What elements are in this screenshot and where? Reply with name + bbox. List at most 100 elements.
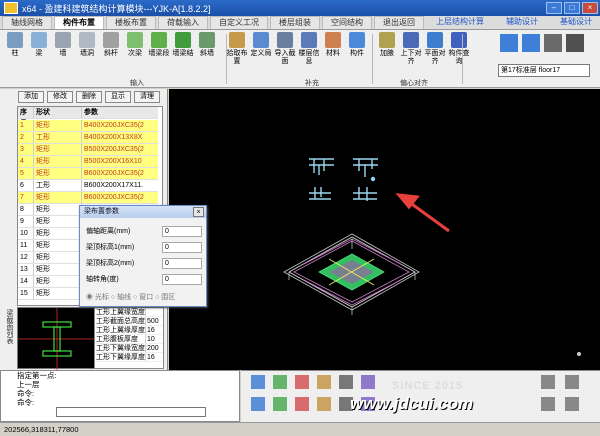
tab-upper-calc[interactable]: 上层结构计算: [428, 16, 492, 29]
delete-button[interactable]: 删除: [76, 91, 102, 103]
top-elev2-input[interactable]: 0: [162, 258, 202, 269]
table-row[interactable]: 5 矩形 B600X200JXC35(2: [18, 168, 158, 180]
top-elev1-input[interactable]: 0: [162, 242, 202, 253]
beam-layout-dialog: 梁布置参数 × 偏轴距离(mm) 0 梁顶标高1(mm) 0 梁顶标高2(mm)…: [79, 205, 207, 307]
wall-beam-node-button[interactable]: 墙梁结: [172, 32, 194, 76]
cut-icon[interactable]: [251, 375, 265, 389]
cleanup-button[interactable]: 清理: [134, 91, 160, 103]
param-row[interactable]: 工形截面总高度 500: [95, 317, 163, 326]
table-cell: B600X200X17X11.: [84, 182, 144, 189]
ribbon-tabs: 轴线网格 构件布置 楼板布置 荷载输入 自定义工况 楼层组装 空间结构 退出返回…: [0, 16, 600, 30]
ribbon-group-label: 补充: [305, 80, 319, 87]
display-button[interactable]: 显示: [105, 91, 131, 103]
table-cell: 10: [18, 228, 34, 239]
slant-wall-button[interactable]: 斜墙: [196, 32, 218, 76]
import-section-button[interactable]: 导入截面: [274, 32, 296, 76]
import-section-label: 导入截面: [274, 50, 296, 65]
pan-icon[interactable]: [273, 375, 287, 389]
component-button[interactable]: 构件: [346, 32, 368, 76]
rotate-icon[interactable]: [361, 375, 375, 389]
floor-list-icon[interactable]: [544, 34, 562, 52]
view-icon[interactable]: [541, 397, 555, 411]
param-label: 工形下翼缘厚度: [96, 354, 145, 361]
table-row[interactable]: 6 工形 B600X200X17X11.: [18, 180, 158, 192]
param-row[interactable]: 工形上翼缘宽度: [95, 308, 163, 317]
column-header: 形状: [34, 107, 82, 118]
component-query-button[interactable]: 构件查询: [448, 32, 470, 76]
haunch-button[interactable]: 加腋: [376, 32, 398, 76]
param-label: 工形下翼缘宽度: [96, 345, 145, 352]
stack-icon[interactable]: [566, 34, 584, 52]
table-cell: 矩形: [34, 156, 82, 167]
model-canvas[interactable]: [169, 89, 600, 370]
material-button[interactable]: 材料: [322, 32, 344, 76]
minimize-button[interactable]: –: [546, 2, 562, 14]
pick-layout-button[interactable]: 拾取布置: [226, 32, 248, 76]
command-input[interactable]: [56, 407, 206, 417]
measure-icon[interactable]: [317, 375, 331, 389]
tab-custom-case[interactable]: 自定义工况: [210, 16, 268, 29]
wall-button[interactable]: 墙: [52, 32, 74, 76]
copy-icon[interactable]: [339, 375, 353, 389]
tab-grid[interactable]: 轴线网格: [2, 16, 52, 29]
plane-align-button[interactable]: 平面对齐: [424, 32, 446, 76]
table-row[interactable]: 2 工形 B400X200X13X8X: [18, 132, 158, 144]
wall-hole-button[interactable]: 墙洞: [76, 32, 98, 76]
floor-plan-upper: [309, 158, 378, 201]
floor-info-button[interactable]: 楼层信息: [298, 32, 320, 76]
column-button[interactable]: 柱: [4, 32, 26, 76]
mirror-icon[interactable]: [251, 397, 265, 411]
define-local-button[interactable]: 定义局: [250, 32, 272, 76]
array-icon[interactable]: [295, 397, 309, 411]
tab-space-structure[interactable]: 空间结构: [322, 16, 372, 29]
zoom-icon[interactable]: [295, 375, 309, 389]
wall-beam-seg-button[interactable]: 墙梁段: [148, 32, 170, 76]
table-cell: 11: [18, 240, 34, 251]
close-button[interactable]: ×: [582, 2, 598, 14]
view-icon[interactable]: [565, 375, 579, 389]
floor-select[interactable]: 第17标准层 floor17: [498, 64, 590, 77]
view-icon[interactable]: [541, 375, 555, 389]
ribbon-group-label: 输入: [130, 80, 144, 87]
table-row[interactable]: 7 矩形 B600X200JXC35(2: [18, 192, 158, 204]
scale-icon[interactable]: [273, 397, 287, 411]
brace-button[interactable]: 斜杆: [100, 32, 122, 76]
tab-slab-layout[interactable]: 楼板布置: [106, 16, 156, 29]
param-row[interactable]: 工形腹板厚度 10: [95, 335, 163, 344]
offset-input[interactable]: 0: [162, 226, 202, 237]
tab-aux-design[interactable]: 辅助设计: [498, 16, 546, 29]
rotation-input[interactable]: 0: [162, 274, 202, 285]
brace-label: 斜杆: [104, 50, 118, 57]
dialog-close-button[interactable]: ×: [193, 207, 204, 217]
vertical-align-button[interactable]: 上下对齐: [400, 32, 422, 76]
tab-foundation-design[interactable]: 基础设计: [552, 16, 600, 29]
tab-load-input[interactable]: 荷载输入: [158, 16, 208, 29]
tab-component-layout[interactable]: 构件布置: [54, 16, 104, 29]
table-row[interactable]: 4 矩形 B500X200X16X10: [18, 156, 158, 168]
top-elev1-field: 梁顶标高1(mm) 0: [86, 242, 202, 254]
table-cell: 3: [18, 144, 34, 155]
param-row[interactable]: 工形下翼缘宽度 200: [95, 344, 163, 353]
beam-button[interactable]: 梁: [28, 32, 50, 76]
command-window[interactable]: 指定第一点: 上一层 命令: 命令:: [0, 370, 240, 422]
section-param-list[interactable]: 工形上翼缘宽度 工形截面总高度 500 工形上翼缘厚度 16 工形腹板厚度 10 工形下翼缘宽…: [94, 307, 164, 369]
down-floor-icon[interactable]: [522, 34, 540, 52]
table-row[interactable]: 3 矩形 B500X200JXC35(2: [18, 144, 158, 156]
maximize-button[interactable]: □: [564, 2, 580, 14]
up-floor-icon[interactable]: [500, 34, 518, 52]
modify-button[interactable]: 修改: [47, 91, 73, 103]
tab-exit[interactable]: 退出返回: [374, 16, 424, 29]
brace-icon: [103, 32, 119, 48]
table-cell: B400X200JXC35(2: [84, 122, 144, 129]
table-row[interactable]: 1 矩形 B400X200JXC35(2: [18, 120, 158, 132]
pick-mode-radios[interactable]: ◉ 光标 ○ 轴线 ○ 窗口 ○ 围区: [86, 292, 175, 302]
view-icon[interactable]: [565, 397, 579, 411]
add-button[interactable]: 添加: [18, 91, 44, 103]
tab-floor-assembly[interactable]: 楼层组装: [270, 16, 320, 29]
param-row[interactable]: 工形下翼缘厚度 16: [95, 353, 163, 362]
secondary-beam-button[interactable]: 次梁: [124, 32, 146, 76]
undo-icon[interactable]: [317, 397, 331, 411]
model-view: [283, 158, 581, 356]
param-row[interactable]: 工形上翼缘厚度 16: [95, 326, 163, 335]
coordinate-readout: 202566,318311,77800: [4, 425, 79, 434]
